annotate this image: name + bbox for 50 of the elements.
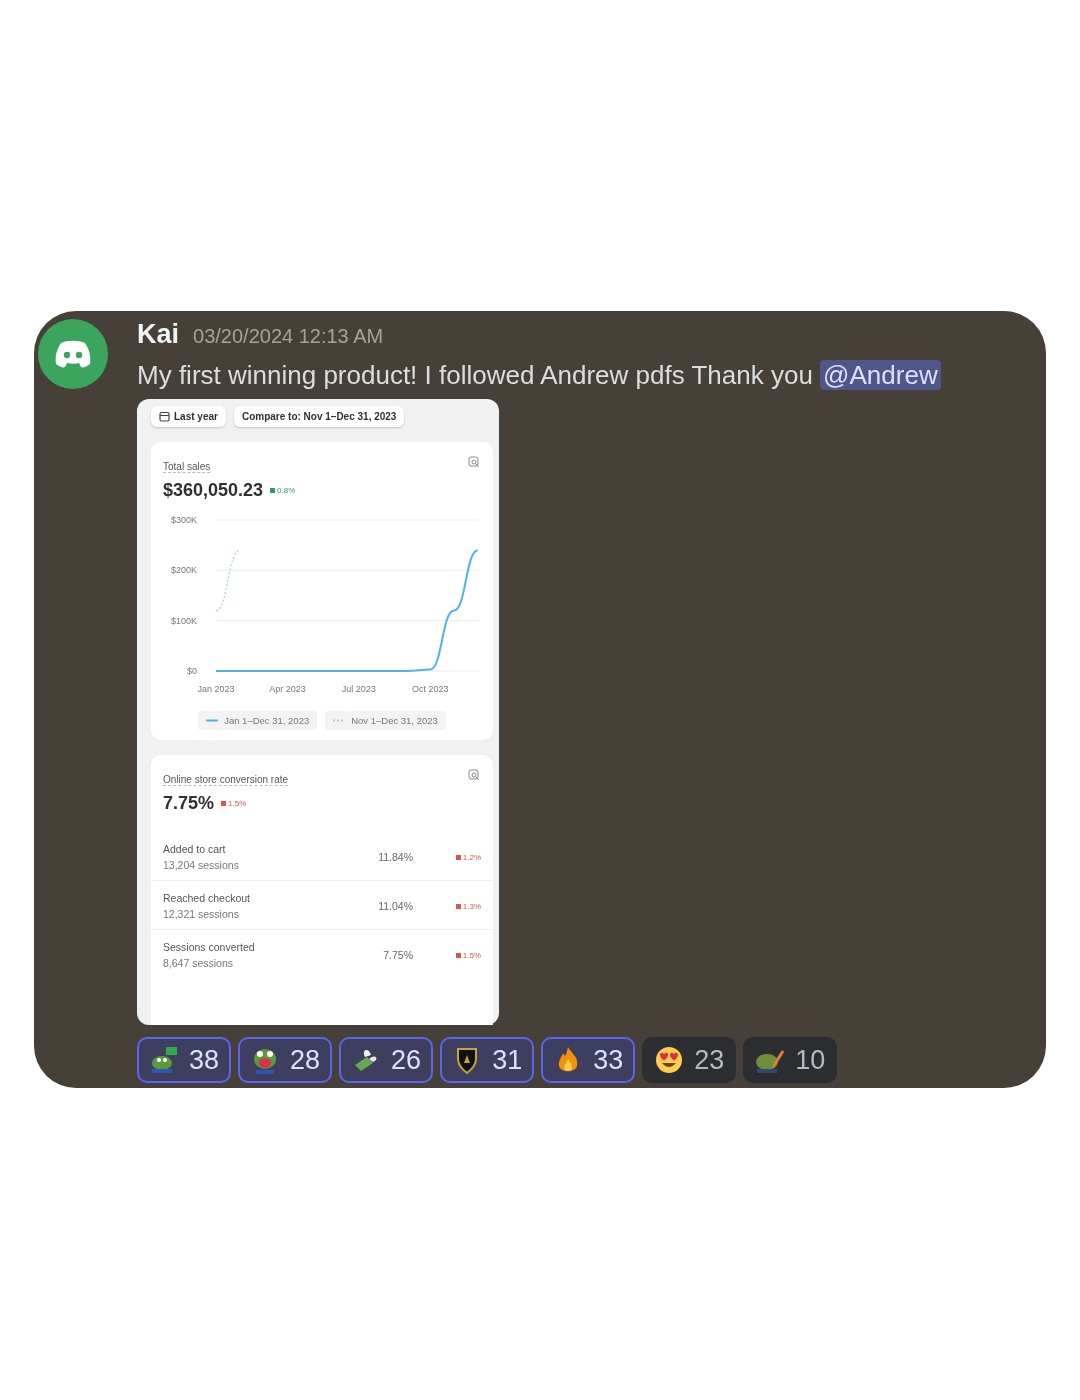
change-indicator: 1.2% — [413, 852, 481, 862]
session-count: 8,647 sessions — [163, 957, 235, 969]
step-label: Sessions converted — [163, 941, 256, 953]
change-indicator: 1.3% — [413, 901, 481, 911]
mention-link[interactable]: @Andrew — [820, 360, 941, 390]
legend-line-icon — [206, 719, 219, 722]
axis-label: $200K — [170, 565, 197, 576]
axis-label: $0 — [187, 666, 197, 676]
calendar-icon — [159, 411, 170, 422]
author-name[interactable]: Kai — [137, 319, 180, 350]
reaction-button[interactable]: 23 — [642, 1037, 737, 1083]
conversion-value: 7.75% — [163, 793, 215, 814]
axis-label: Apr 2023 — [269, 684, 306, 694]
date-range-button[interactable]: Last year — [151, 406, 226, 427]
change-indicator: 0.8% — [270, 486, 296, 495]
card-title: Total sales — [163, 461, 211, 473]
reaction-button[interactable]: 28 — [238, 1037, 333, 1083]
step-label: Added to cart — [163, 843, 227, 855]
axis-label: Oct 2023 — [411, 684, 449, 694]
step-rate: 11.84% — [377, 851, 413, 863]
session-count: 12,321 sessions — [163, 908, 240, 920]
frog-icon — [149, 1045, 179, 1075]
magnifier-icon[interactable] — [468, 769, 480, 781]
step-rate: 7.75% — [382, 949, 413, 961]
step-rate: 11.04% — [377, 900, 413, 912]
timestamp: 03/20/2024 12:13 AM — [193, 325, 384, 348]
heart-eyes-icon — [654, 1045, 685, 1075]
change-indicator: 1.5% — [221, 799, 247, 808]
axis-label: Jul 2023 — [341, 684, 376, 694]
legend-item[interactable]: Nov 1–Dec 31, 2023 — [325, 711, 446, 730]
reaction-button[interactable]: 26 — [339, 1037, 434, 1083]
reaction-button[interactable]: 33 — [541, 1037, 636, 1083]
total-value: $360,050.23 — [163, 480, 264, 501]
axis-label: Jan 2023 — [197, 684, 235, 694]
message-text: My first winning product! I followed Andrew pdfs Thank you @Andrew — [137, 357, 1026, 393]
legend-line-icon — [333, 719, 346, 722]
axis-label: $100K — [170, 615, 197, 626]
date-range-button[interactable]: Compare to: Nov 1–Dec 31, 2023 — [233, 406, 405, 427]
controller-logo-icon — [53, 339, 93, 369]
legend-item[interactable]: Jan 1–Dec 31, 2023 — [198, 711, 318, 730]
screenshot-attachment[interactable] — [137, 399, 499, 1025]
card-title: Online store conversion rate — [163, 774, 289, 786]
reaction-button[interactable]: 31 — [440, 1037, 535, 1083]
magnifier-icon[interactable] — [468, 456, 480, 468]
step-label: Reached checkout — [163, 892, 251, 904]
change-indicator: 1.5% — [413, 950, 481, 960]
axis-label: $300K — [170, 515, 197, 525]
reaction-button[interactable]: 10 — [743, 1037, 838, 1083]
reaction-button[interactable]: 38 — [137, 1037, 232, 1083]
session-count: 13,204 sessions — [163, 859, 240, 871]
